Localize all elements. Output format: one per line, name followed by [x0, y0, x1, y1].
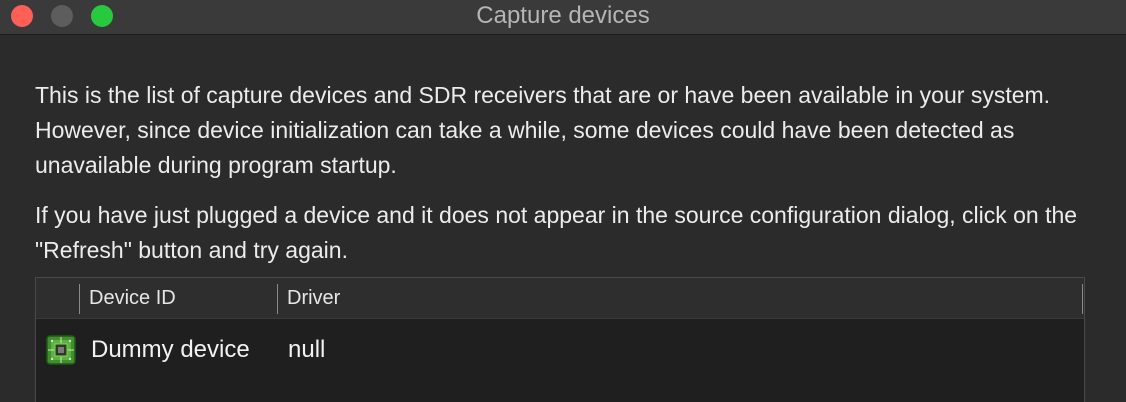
column-separator[interactable] — [277, 284, 278, 314]
window-title: Capture devices — [476, 2, 650, 29]
column-header-device-id[interactable]: Device ID — [89, 287, 176, 309]
title-bar: Capture devices — [0, 0, 1126, 35]
driver-cell: null — [288, 336, 326, 363]
device-table[interactable]: Device ID Driver Dummy device null — [35, 277, 1085, 402]
column-separator[interactable] — [1082, 284, 1083, 314]
device-chip-icon — [46, 335, 76, 365]
table-header: Device ID Driver — [36, 278, 1084, 319]
device-id-cell: Dummy device — [91, 336, 250, 363]
description: This is the list of capture devices and … — [35, 78, 1095, 268]
column-header-driver[interactable]: Driver — [287, 287, 340, 309]
column-separator[interactable] — [79, 284, 80, 314]
capture-devices-window: Capture devices This is the list of capt… — [0, 0, 1126, 402]
table-row[interactable]: Dummy device null — [36, 319, 1084, 379]
description-paragraph-1: This is the list of capture devices and … — [35, 82, 1051, 178]
description-paragraph-2: If you have just plugged a device and it… — [35, 202, 1078, 263]
